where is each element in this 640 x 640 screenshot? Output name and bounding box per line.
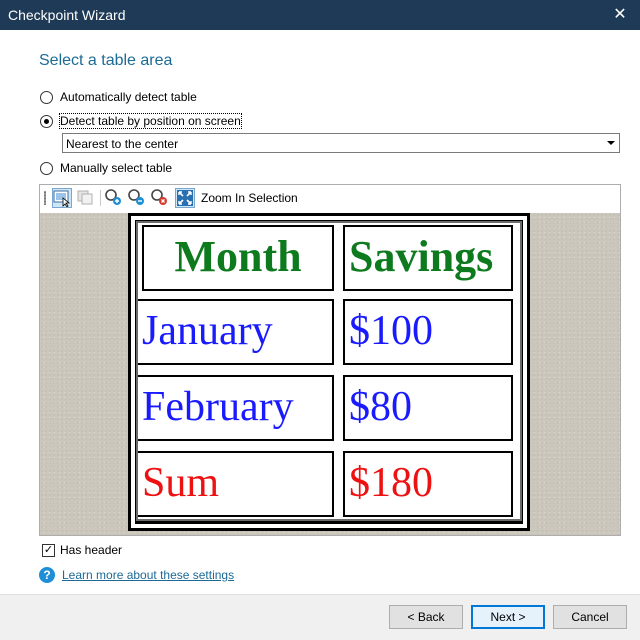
back-button[interactable]: < Back — [389, 605, 463, 629]
radio-auto-detect[interactable]: Automatically detect table — [40, 88, 197, 106]
cancel-button[interactable]: Cancel — [553, 605, 627, 629]
table-preview-panel: Zoom In Selection Month Savings January … — [39, 184, 621, 536]
detected-table-outer: Month Savings January $100 February $80 … — [128, 213, 530, 531]
zoom-selection-icon[interactable] — [175, 188, 195, 208]
zoom-out-icon[interactable] — [127, 188, 147, 208]
radio-label-position: Detect table by position on screen — [59, 113, 242, 129]
has-header-label: Has header — [60, 543, 123, 557]
learn-more-link[interactable]: Learn more about these settings — [62, 568, 234, 582]
selection-highlight — [136, 221, 522, 521]
radio-label-auto: Automatically detect table — [60, 90, 197, 104]
has-header-checkbox[interactable]: ✓ Has header — [42, 543, 122, 557]
close-icon[interactable]: ✕ — [610, 5, 630, 25]
screenshot-preview[interactable]: Month Savings January $100 February $80 … — [40, 213, 620, 535]
radio-button-auto[interactable] — [40, 90, 53, 104]
radio-button-manual[interactable] — [40, 161, 53, 175]
radio-button-position[interactable] — [40, 114, 53, 128]
title-bar: Checkpoint Wizard ✕ — [0, 0, 640, 30]
zoom-selection-label[interactable]: Zoom In Selection — [201, 191, 298, 205]
zoom-in-icon[interactable] — [104, 188, 124, 208]
radio-detect-by-position[interactable]: Detect table by position on screen — [40, 112, 242, 130]
zoom-reset-icon[interactable] — [150, 188, 170, 208]
chevron-down-icon — [607, 141, 615, 145]
help-icon: ? — [39, 567, 55, 583]
checkbox-check-icon[interactable]: ✓ — [42, 543, 55, 557]
page-title: Select a table area — [39, 52, 173, 69]
position-dropdown-value: Nearest to the center — [66, 137, 179, 151]
toolbar-separator — [100, 190, 101, 206]
next-button[interactable]: Next > — [471, 605, 545, 629]
help-row: ? Learn more about these settings — [39, 567, 234, 583]
radio-label-manual: Manually select table — [60, 161, 173, 175]
window-title: Checkpoint Wizard — [8, 7, 126, 23]
select-area-icon[interactable] — [52, 188, 72, 208]
wizard-content: Select a table area Automatically detect… — [0, 30, 640, 594]
radio-manual-select[interactable]: Manually select table — [40, 159, 172, 177]
detected-table: Month Savings January $100 February $80 … — [135, 220, 523, 524]
toolbar-grip-icon[interactable] — [44, 191, 46, 205]
position-dropdown[interactable]: Nearest to the center — [62, 133, 620, 153]
wizard-footer: < Back Next > Cancel — [0, 594, 640, 640]
copy-icon[interactable] — [76, 188, 96, 208]
preview-toolbar: Zoom In Selection — [40, 185, 620, 211]
